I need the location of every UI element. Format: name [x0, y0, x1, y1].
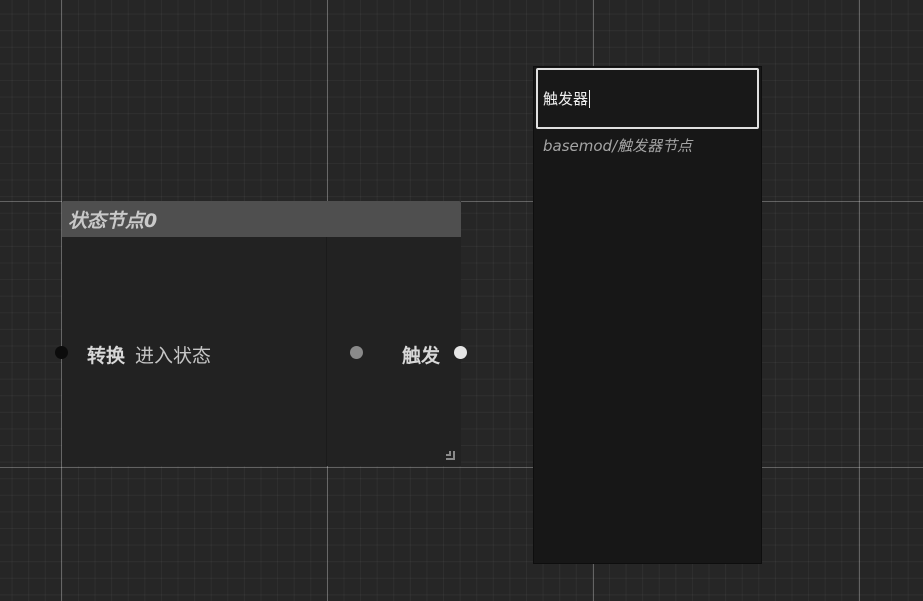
- state-node-title: 状态节点0: [68, 209, 158, 232]
- search-query-text: 触发器: [543, 90, 589, 108]
- node-search-input[interactable]: 触发器: [536, 68, 759, 129]
- grid-major-line: [859, 0, 860, 601]
- resize-handle-icon[interactable]: [446, 451, 455, 460]
- trigger-input-pin[interactable]: [350, 346, 363, 359]
- state-node-header[interactable]: 状态节点0: [62, 201, 461, 237]
- state-node[interactable]: 状态节点0 转换 进入状态 触发: [55, 201, 467, 466]
- trigger-pin-label: 触发: [402, 345, 441, 367]
- node-graph-canvas[interactable]: 状态节点0 转换 进入状态 触发 触发器 basemod/触发器节点: [0, 0, 923, 601]
- node-search-popup: 触发器 basemod/触发器节点: [533, 66, 762, 564]
- search-result-item[interactable]: basemod/触发器节点: [543, 135, 692, 156]
- node-column-divider: [326, 237, 327, 466]
- text-caret: [589, 89, 591, 108]
- trigger-output-pin[interactable]: [454, 346, 467, 359]
- grid-major-line: [0, 467, 923, 468]
- transition-pin-label: 转换: [87, 345, 126, 367]
- transition-input-pin[interactable]: [55, 346, 68, 359]
- enter-state-pin-label: 进入状态: [135, 345, 212, 367]
